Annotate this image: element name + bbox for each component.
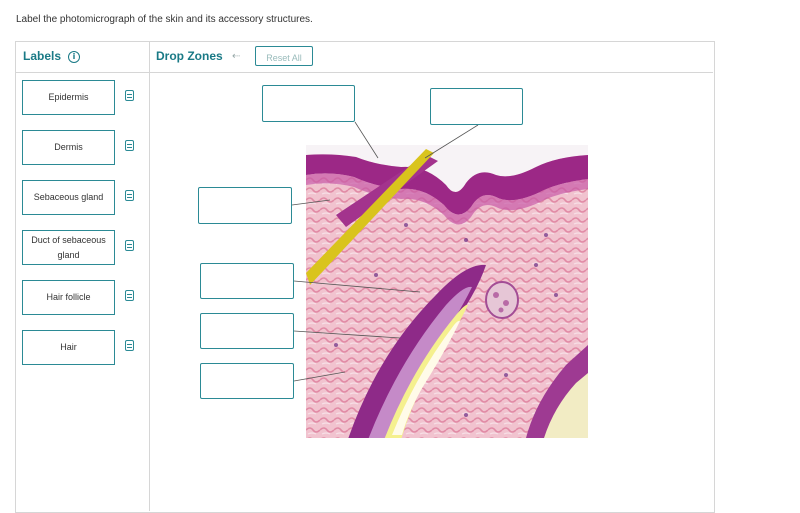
label-card-epidermis[interactable]: Epidermis xyxy=(22,80,115,115)
skin-photomicrograph xyxy=(306,145,588,438)
labels-title: Labels xyxy=(23,49,62,63)
label-card-sebaceous-gland[interactable]: Sebaceous gland xyxy=(22,180,115,215)
reset-all-button[interactable]: Reset All xyxy=(255,46,313,66)
label-card-hair[interactable]: Hair xyxy=(22,330,115,365)
instruction-text: Label the photomicrograph of the skin an… xyxy=(16,14,313,25)
label-details-icon[interactable] xyxy=(125,190,134,201)
drop-zone-4[interactable] xyxy=(200,263,294,299)
drop-zone-1[interactable] xyxy=(262,85,355,122)
drop-zone-3[interactable] xyxy=(198,187,292,224)
undo-icon[interactable]: ⇠ xyxy=(232,51,240,62)
label-details-icon[interactable] xyxy=(125,290,134,301)
drop-zones-title: Drop Zones xyxy=(156,49,223,63)
label-details-icon[interactable] xyxy=(125,90,134,101)
drop-zone-5[interactable] xyxy=(200,313,294,349)
drop-zone-2[interactable] xyxy=(430,88,523,125)
drop-zone-6[interactable] xyxy=(200,363,294,399)
label-details-icon[interactable] xyxy=(125,240,134,251)
label-details-icon[interactable] xyxy=(125,140,134,151)
panel-divider xyxy=(149,41,150,511)
header-divider xyxy=(16,72,713,73)
info-icon[interactable]: i xyxy=(68,51,80,63)
label-card-hair-follicle[interactable]: Hair follicle xyxy=(22,280,115,315)
label-card-dermis[interactable]: Dermis xyxy=(22,130,115,165)
label-details-icon[interactable] xyxy=(125,340,134,351)
label-card-duct-of-sebaceous-gland[interactable]: Duct of sebaceous gland xyxy=(22,230,115,265)
